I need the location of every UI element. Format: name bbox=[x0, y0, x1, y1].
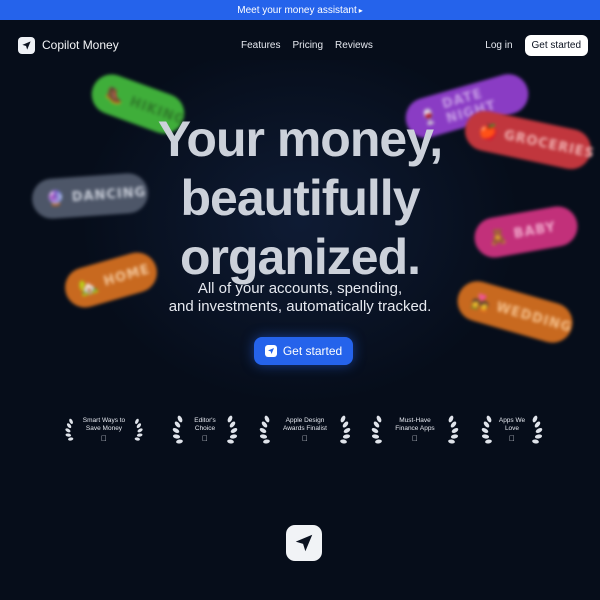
hero-headline: Your money, beautifully organized. bbox=[0, 110, 600, 287]
paper-plane-icon bbox=[295, 534, 313, 552]
award-item: Apple Design Awards Finalist  bbox=[258, 410, 352, 450]
subtitle-line-1: All of your accounts, spending, bbox=[197, 280, 403, 297]
award-item: Editor's Choice  bbox=[170, 410, 240, 450]
laurel-left-icon bbox=[371, 415, 382, 444]
laurel-right-icon bbox=[340, 415, 351, 444]
awards-row: Smart Ways to Save Money  Editor's Choi… bbox=[60, 410, 550, 450]
apple-icon:  bbox=[202, 434, 208, 443]
get-started-nav-button[interactable]: Get started bbox=[524, 34, 588, 56]
app-icon bbox=[286, 525, 322, 561]
login-link[interactable]: Log in bbox=[485, 40, 512, 51]
cta-label: Get started bbox=[282, 344, 343, 358]
nav-link-reviews[interactable]: Reviews bbox=[335, 40, 373, 51]
headline-line-1: Your money, bbox=[157, 111, 443, 167]
apple-icon:  bbox=[101, 434, 107, 443]
award-label: Apple Design Awards Finalist bbox=[283, 417, 327, 432]
laurel-left-icon bbox=[481, 415, 492, 444]
headline-line-2: beautifully bbox=[180, 170, 420, 226]
award-label: Editor's Choice bbox=[194, 417, 216, 432]
laurel-left-icon bbox=[172, 415, 183, 444]
award-item: Smart Ways to Save Money  bbox=[64, 410, 144, 450]
hero-subtitle: All of your accounts, spending, and inve… bbox=[0, 280, 600, 316]
banner-text[interactable]: Meet your money assistant bbox=[237, 5, 357, 16]
laurel-right-icon bbox=[134, 418, 143, 441]
award-item: Must-Have Finance Apps  bbox=[370, 410, 460, 450]
apple-icon:  bbox=[412, 434, 418, 443]
announcement-banner[interactable]: Meet your money assistant ▸ bbox=[0, 0, 600, 20]
banner-arrow-icon: ▸ bbox=[358, 5, 363, 15]
paper-plane-icon bbox=[264, 345, 277, 357]
hiking-boot-icon: 🥾 bbox=[102, 83, 128, 108]
paper-plane-icon bbox=[18, 36, 35, 54]
apple-icon:  bbox=[302, 434, 308, 443]
award-item: Apps We Love  bbox=[478, 410, 546, 450]
nav-link-pricing[interactable]: Pricing bbox=[292, 40, 323, 51]
laurel-right-icon bbox=[227, 415, 238, 444]
award-label: Apps We Love bbox=[498, 417, 526, 432]
nav-actions: Log in Get started bbox=[485, 34, 588, 56]
apple-icon:  bbox=[509, 434, 515, 443]
laurel-right-icon bbox=[532, 415, 543, 444]
laurel-right-icon bbox=[448, 415, 459, 444]
award-label: Smart Ways to Save Money bbox=[82, 417, 126, 432]
laurel-left-icon bbox=[65, 418, 74, 441]
brand-name: Copilot Money bbox=[42, 38, 119, 52]
logo[interactable]: Copilot Money bbox=[18, 36, 119, 54]
award-label: Must-Have Finance Apps bbox=[395, 417, 435, 432]
get-started-hero-button[interactable]: Get started bbox=[254, 337, 353, 365]
subtitle-line-2: and investments, automatically tracked. bbox=[168, 298, 432, 315]
laurel-left-icon bbox=[259, 415, 270, 444]
headline-line-3: organized. bbox=[179, 229, 421, 285]
nav-link-features[interactable]: Features bbox=[241, 40, 280, 51]
